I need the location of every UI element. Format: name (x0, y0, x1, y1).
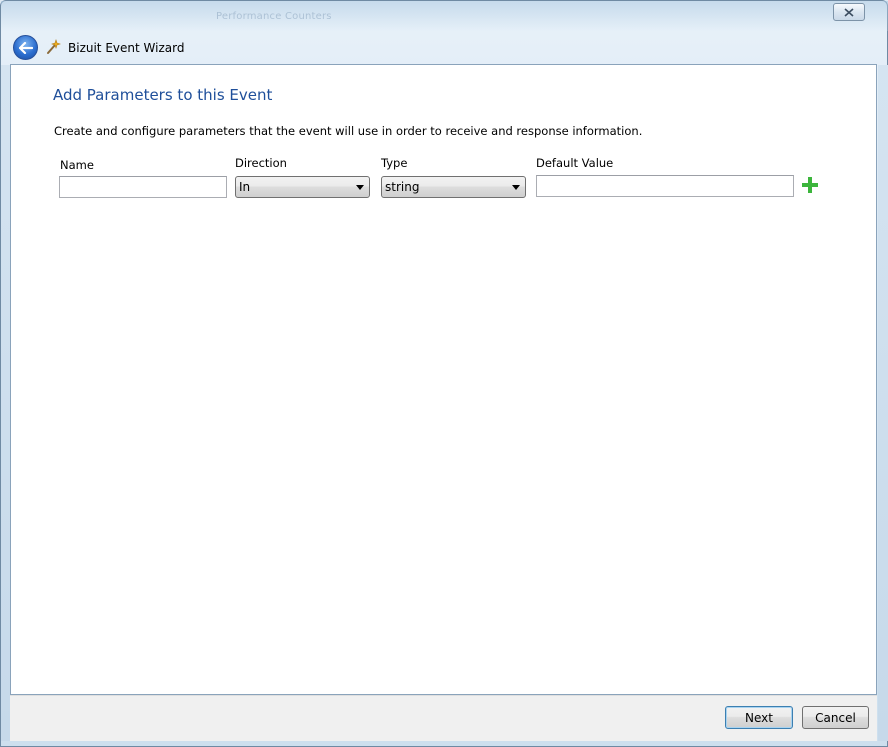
right-frame-edge (878, 65, 888, 741)
chevron-down-icon (356, 185, 364, 190)
type-select-value: string (385, 180, 420, 194)
default-value-label: Default Value (536, 156, 614, 170)
plus-icon (802, 177, 818, 193)
direction-select-value: In (239, 180, 251, 194)
background-window-text: Performance Counters (216, 11, 332, 22)
direction-label: Direction (235, 156, 287, 170)
back-arrow-icon (18, 41, 33, 54)
page-instruction: Create and configure parameters that the… (54, 124, 643, 138)
name-label: Name (60, 158, 94, 172)
next-button[interactable]: Next (725, 706, 793, 729)
page-title: Add Parameters to this Event (53, 86, 273, 104)
name-input[interactable] (59, 176, 227, 198)
type-select[interactable]: string (381, 176, 526, 198)
wizard-page: Add Parameters to this Event Create and … (10, 64, 877, 695)
cancel-button[interactable]: Cancel (802, 706, 869, 729)
back-button[interactable] (13, 35, 38, 60)
wand-icon (47, 39, 61, 54)
title-bar-glass (1, 1, 888, 31)
default-value-input[interactable] (536, 175, 794, 197)
wizard-footer: Next Cancel (10, 695, 877, 741)
close-button[interactable] (833, 3, 865, 21)
direction-select[interactable]: In (235, 176, 370, 198)
window-title: Bizuit Event Wizard (68, 41, 185, 55)
chevron-down-icon (512, 185, 520, 190)
add-parameter-button[interactable] (801, 176, 819, 194)
left-frame-edge (1, 65, 10, 741)
wizard-window: Performance Counters Bizuit Event Wizard… (0, 0, 888, 747)
type-label: Type (381, 156, 408, 170)
close-icon (844, 7, 854, 17)
